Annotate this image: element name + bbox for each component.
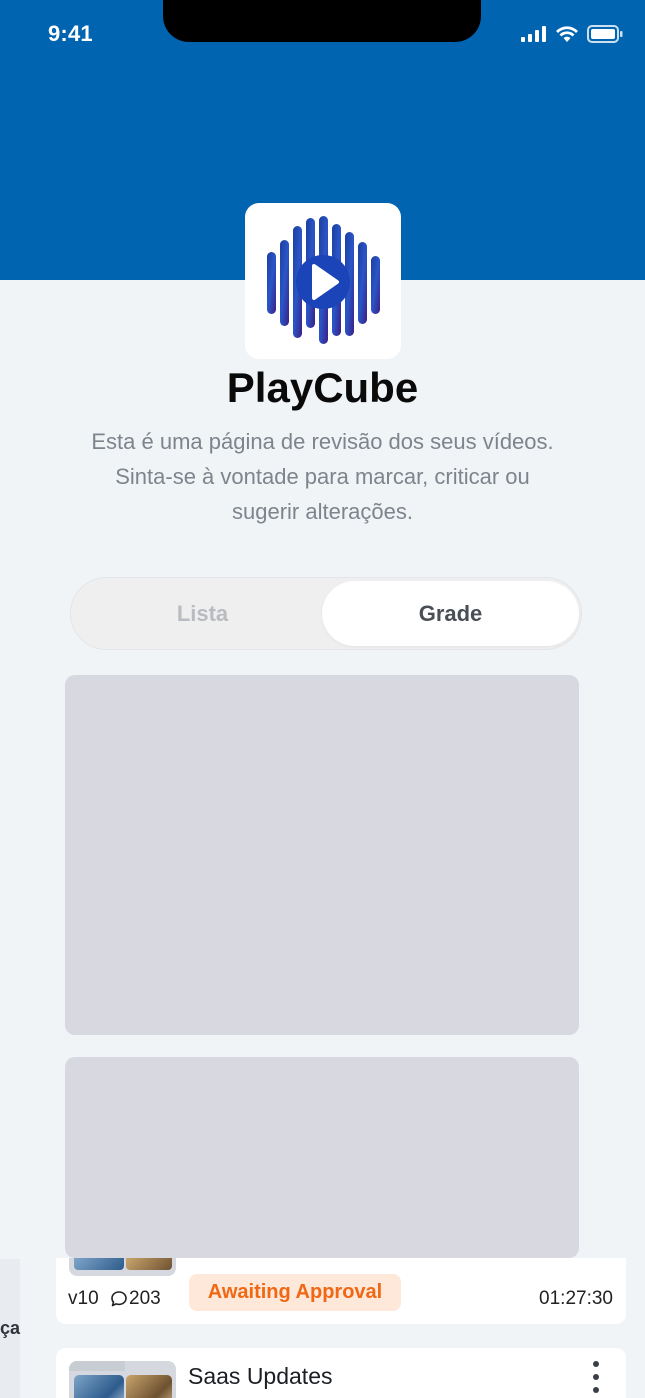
grid-card-placeholder: [65, 1057, 579, 1258]
signal-icon: [521, 26, 546, 42]
version-label: v10: [68, 1288, 99, 1309]
battery-icon: [587, 25, 623, 43]
grid-card-placeholder: [65, 675, 579, 1035]
video-thumbnail: [69, 1361, 176, 1398]
tab-lista[interactable]: Lista: [74, 581, 331, 646]
play-sound-wave-logo-icon: [267, 216, 380, 344]
app-description: Esta é uma página de revisão dos seus ví…: [91, 429, 554, 524]
more-options-icon[interactable]: [587, 1361, 605, 1398]
app-title: PlayCube: [226, 364, 419, 411]
video-thumbnail: [69, 1258, 176, 1276]
video-title: Saas Updates: [188, 1363, 333, 1389]
comment-count: 203: [129, 1288, 161, 1309]
status-badge: Awaiting Approval: [189, 1274, 401, 1311]
view-toggle: Lista Grade: [70, 577, 582, 650]
device-notch: [163, 0, 481, 42]
comment-icon: [111, 1291, 127, 1307]
tab-grade[interactable]: Grade: [322, 581, 579, 646]
status-time: 9:41: [48, 21, 93, 46]
status-icons: [521, 24, 623, 44]
app-logo: [245, 203, 401, 359]
side-panel-text: ça: [0, 1318, 21, 1338]
wifi-icon: [556, 26, 578, 42]
video-duration: 01:27:30: [539, 1288, 613, 1309]
